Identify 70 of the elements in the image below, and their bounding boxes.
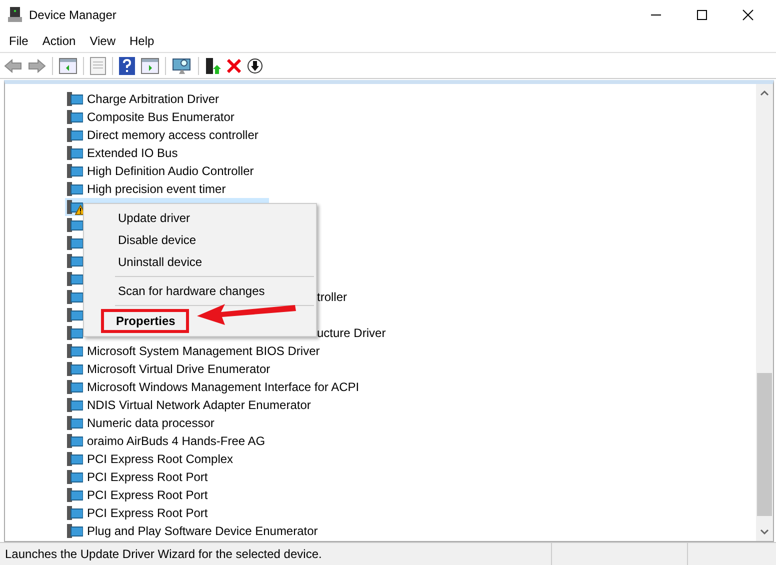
device-icon <box>67 236 83 250</box>
device-icon <box>67 470 83 484</box>
device-icon <box>67 92 83 106</box>
tree-item[interactable]: oraimo AirBuds 4 Hands-Free AG <box>65 432 270 450</box>
device-icon <box>67 290 83 304</box>
help-icon[interactable] <box>119 56 135 74</box>
device-icon <box>67 524 83 538</box>
tree-item[interactable]: High Definition Audio Controller <box>65 162 258 180</box>
scroll-up-icon[interactable] <box>760 90 769 96</box>
window-title: Device Manager <box>29 8 116 22</box>
tree-item[interactable]: Microsoft System Management BIOS Driver <box>65 342 324 360</box>
tree-item[interactable]: Extended IO Bus <box>65 144 182 162</box>
scroll-down-icon[interactable] <box>760 529 769 535</box>
tree-item[interactable]: High precision event timer <box>65 180 230 198</box>
menu-item[interactable]: View <box>84 34 122 48</box>
status-text: Launches the Update Driver Wizard for the selected device. <box>5 547 322 561</box>
device-icon <box>67 362 83 376</box>
menu-item[interactable]: Update driver <box>87 207 316 229</box>
device-icon <box>67 164 83 178</box>
scrollbar-thumb[interactable] <box>757 373 772 516</box>
device-manager-icon <box>8 7 22 23</box>
panel-icon[interactable] <box>141 58 159 74</box>
tree-item-text: troller <box>317 290 348 304</box>
device-icon <box>67 452 83 466</box>
delete-icon[interactable] <box>227 58 241 72</box>
device-icon <box>67 254 83 268</box>
device-icon <box>67 110 83 124</box>
menu-item[interactable]: Disable device <box>87 229 316 251</box>
tree-item[interactable]: Charge Arbitration Driver <box>65 90 224 108</box>
menu-item[interactable]: Help <box>124 34 160 48</box>
tree-item[interactable]: Plug and Play Software Device Enumerator <box>65 522 322 540</box>
monitor-search-icon[interactable] <box>172 56 192 74</box>
device-icon <box>67 308 83 322</box>
properties-menu-item[interactable]: Properties <box>101 309 189 333</box>
sheet-icon[interactable] <box>90 56 106 74</box>
forward-arrow-icon[interactable] <box>28 58 46 72</box>
device-icon <box>67 416 83 430</box>
tree-item[interactable]: PCI Express Root Port <box>65 468 212 486</box>
tree-item[interactable]: PCI Express Root Port <box>65 486 212 504</box>
tree-item[interactable]: Numeric data processor <box>65 414 218 432</box>
device-icon <box>67 182 83 196</box>
device-icon <box>67 488 83 502</box>
device-icon <box>67 128 83 142</box>
device-icon <box>67 398 83 412</box>
tree-item[interactable]: NDIS Virtual Network Adapter Enumerator <box>65 396 315 414</box>
update-driver-icon[interactable] <box>205 56 221 74</box>
device-icon <box>67 380 83 394</box>
tree-item[interactable]: Microsoft Virtual Drive Enumerator <box>65 360 274 378</box>
device-icon <box>67 272 83 286</box>
tree-item[interactable]: Composite Bus Enumerator <box>65 108 238 126</box>
device-icon <box>67 344 83 358</box>
panel-icon[interactable] <box>59 58 77 74</box>
device-icon <box>67 434 83 448</box>
menu-item[interactable]: Uninstall device <box>87 251 316 273</box>
menu-item[interactable]: Scan for hardware changes <box>87 280 316 302</box>
tree-item[interactable]: Microsoft Windows Management Interface for ACPI <box>65 378 364 396</box>
device-icon <box>67 326 83 340</box>
tree-item[interactable]: Direct memory access controller <box>65 126 262 144</box>
menu-item[interactable]: Action <box>36 34 82 48</box>
close-icon[interactable] <box>742 9 754 21</box>
menu-item[interactable]: File <box>3 34 34 48</box>
device-icon <box>67 218 83 232</box>
device-icon <box>67 506 83 520</box>
device-icon <box>67 146 83 160</box>
tree-item-text: ucture Driver <box>317 326 386 340</box>
back-arrow-icon[interactable] <box>4 58 22 72</box>
tree-item[interactable]: PCI Express Root Port <box>65 504 212 522</box>
download-icon[interactable] <box>247 58 263 74</box>
maximize-icon[interactable] <box>696 9 708 21</box>
tree-item[interactable]: PCI Express Root Complex <box>65 450 238 468</box>
